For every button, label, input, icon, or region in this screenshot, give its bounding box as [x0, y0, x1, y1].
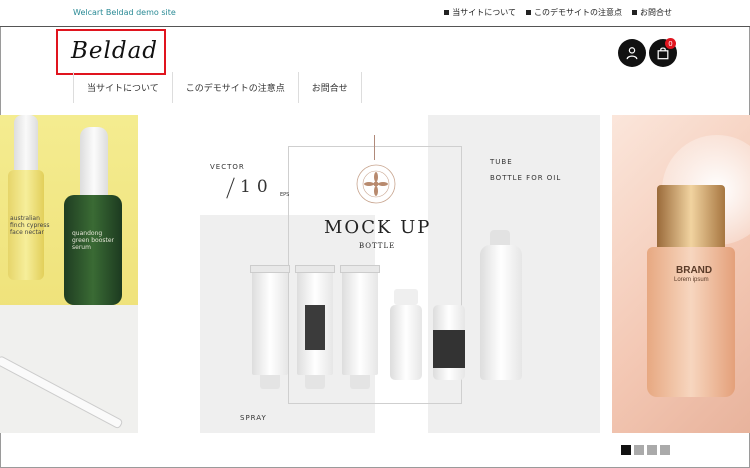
site-tagline[interactable]: Welcart Beldad demo site [73, 8, 176, 17]
dropper-cap [80, 127, 108, 199]
bottle-for-oil-label: BOTTLE FOR OIL [490, 174, 562, 182]
square-bullet-icon [526, 10, 531, 15]
small-bottle-mockup [390, 305, 422, 380]
utility-bar: Welcart Beldad demo site 当サイトについて このデモサイ… [0, 0, 750, 27]
spray-label: SPRAY [240, 414, 267, 422]
util-link-about[interactable]: 当サイトについて [444, 7, 516, 18]
square-bullet-icon [632, 10, 637, 15]
util-link-label: 当サイトについて [452, 8, 516, 17]
site-logo[interactable]: Beldad [71, 38, 158, 64]
main-nav: 当サイトについて このデモサイトの注意点 お問合せ [73, 72, 362, 103]
gold-cap [657, 185, 725, 247]
tube-label: TUBE [490, 158, 513, 166]
slide-next-image[interactable]: BRAND Lorem ipsum [612, 115, 750, 433]
nav-item-notes[interactable]: このデモサイトの注意点 [171, 72, 298, 103]
slider-dot-1[interactable] [621, 445, 631, 455]
nav-item-contact[interactable]: お問合せ [297, 72, 362, 103]
lorem-label: Lorem ipsum [674, 277, 709, 283]
decor-line [374, 135, 375, 160]
account-button[interactable] [618, 39, 646, 67]
nav-item-about[interactable]: 当サイトについて [73, 72, 172, 103]
util-link-contact[interactable]: お問合せ [632, 7, 672, 18]
util-link-label: お問合せ [640, 8, 672, 17]
slider-dot-2[interactable] [634, 445, 644, 455]
bottle-cap [437, 289, 461, 305]
dropper-cap [14, 115, 38, 173]
tube-mockup [295, 265, 335, 389]
slider-dot-3[interactable] [647, 445, 657, 455]
hero-slider[interactable]: australian finch cypress face nectar qua… [0, 115, 750, 435]
ten-label: 10 [240, 177, 274, 197]
bottle-label-yellow: australian finch cypress face nectar [10, 215, 50, 236]
spray-bottle-mockup [480, 245, 522, 380]
util-link-label: このデモサイトの注意点 [534, 8, 622, 17]
utility-links: 当サイトについて このデモサイトの注意点 お問合せ [444, 7, 672, 18]
mock-up-title: MOCK UP [324, 217, 432, 238]
slider-dot-4[interactable] [660, 445, 670, 455]
slide-current-image[interactable]: VECTOR 10 EPS TUBE BOTTLE FOR OIL MOCK U… [200, 115, 600, 433]
small-bottle-mockup [433, 305, 465, 380]
flower-emblem-icon [356, 164, 396, 204]
slider-pagination [621, 445, 670, 455]
cart-count-badge: 0 [665, 38, 676, 49]
bottle-label-green: quandong green booster serum [72, 230, 115, 251]
slide-prev-image[interactable]: australian finch cypress face nectar qua… [0, 115, 138, 433]
bottle-subtitle: BOTTLE [359, 242, 396, 250]
eps-label: EPS [280, 192, 290, 198]
user-icon [626, 47, 638, 60]
tube-mockup [250, 265, 290, 389]
bottle-cap [394, 289, 418, 305]
brand-label: BRAND [676, 265, 713, 276]
vector-label: VECTOR [210, 163, 245, 171]
square-bullet-icon [444, 10, 450, 15]
tube-mockup [340, 265, 380, 389]
util-link-notes[interactable]: このデモサイトの注意点 [526, 7, 622, 18]
decor-slash [226, 177, 235, 199]
